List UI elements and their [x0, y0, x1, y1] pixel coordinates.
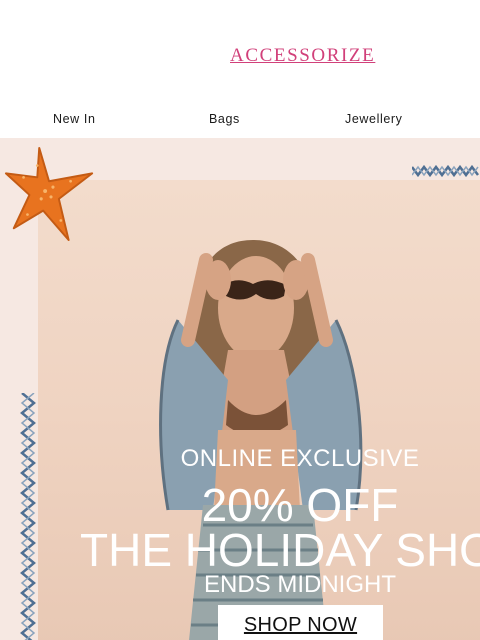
accessorize-logo[interactable]: ACCESSORIZE: [230, 45, 375, 67]
main-navigation: New In Bags Jewellery: [0, 100, 480, 138]
site-header: ACCESSORIZE: [0, 0, 480, 100]
hero-banner[interactable]: ONLINE EXCLUSIVE 20% OFF THE HOLIDAY SHO…: [0, 138, 480, 640]
nav-item-new-in[interactable]: New In: [53, 112, 96, 126]
nav-item-jewellery[interactable]: Jewellery: [345, 112, 403, 126]
zigzag-decoration-top: [412, 164, 479, 178]
starfish-illustration: [4, 146, 94, 242]
nav-item-bags[interactable]: Bags: [209, 112, 240, 126]
shop-now-button[interactable]: SHOP NOW: [218, 605, 383, 640]
promo-online-exclusive: ONLINE EXCLUSIVE: [180, 445, 420, 472]
promo-ends-midnight: ENDS MIDNIGHT: [204, 571, 396, 598]
promo-holiday-shop: THE HOLIDAY SHOP: [80, 524, 480, 576]
